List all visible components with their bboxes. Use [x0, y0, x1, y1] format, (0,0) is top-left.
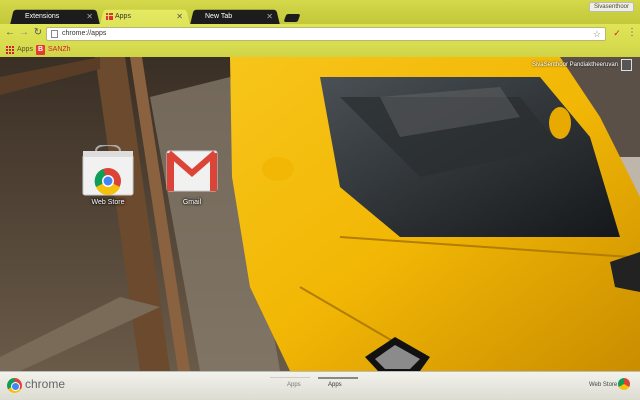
app-label: Gmail [182, 199, 202, 206]
chrome-webstore-icon [82, 145, 134, 196]
reload-button[interactable]: ↻ [32, 27, 44, 39]
apps-grid-icon [106, 13, 113, 20]
forward-button[interactable]: → [18, 27, 30, 39]
bookmarks-bar: Apps B SANZh [0, 43, 640, 57]
bookmark-label: SANZh [48, 46, 71, 53]
page-switcher-apps-active[interactable]: Apps [328, 380, 342, 390]
chrome-webstore-icon[interactable] [618, 378, 630, 390]
page-icon [51, 30, 58, 38]
tab-label: Apps [115, 13, 131, 20]
chrome-logo-icon [7, 378, 22, 393]
app-label: Web Store [91, 199, 125, 206]
profile-badge[interactable]: Sivasenthoor [588, 2, 634, 12]
url-text: chrome://apps [62, 30, 107, 37]
menu-kebab-icon[interactable]: ⋮ [627, 27, 637, 39]
tab-strip: Extensions ✕ Apps ✕ New Tab ✕ Sivasentho… [0, 0, 640, 25]
app-tile-gmail[interactable]: Gmail [162, 145, 222, 215]
tab-new-tab[interactable]: New Tab ✕ [190, 8, 280, 25]
avatar[interactable] [621, 59, 632, 71]
webstore-link[interactable]: Web Store [589, 380, 617, 390]
close-icon[interactable]: ✕ [176, 8, 183, 25]
tab-label: Extensions [25, 13, 60, 20]
signed-in-user-name[interactable]: SivaSenthoor Pandiaktheeruvan [532, 61, 618, 69]
chrome-wordmark: chrome [25, 377, 66, 391]
close-icon[interactable]: ✕ [266, 8, 273, 25]
apps-page: SivaSenthoor Pandiaktheeruvan Web Store … [0, 57, 640, 371]
page-switcher-indicator-active [318, 377, 358, 379]
new-tab-button[interactable] [283, 14, 301, 22]
close-icon[interactable]: ✕ [86, 8, 93, 25]
tab-extensions[interactable]: Extensions ✕ [10, 8, 100, 25]
toolbar: ← → ↻ chrome://apps ☆ ✓ ⋮ [0, 24, 640, 43]
apps-footer: chrome Apps Apps Web Store [0, 371, 640, 400]
back-button[interactable]: ← [4, 27, 16, 39]
tab-apps[interactable]: Apps ✕ [100, 8, 190, 25]
gmail-icon [166, 150, 218, 192]
bookmark-app-icon: B [36, 45, 45, 55]
page-switcher-apps[interactable]: Apps [287, 380, 301, 390]
page-switcher-indicator [270, 377, 310, 378]
apps-grid-icon[interactable] [6, 46, 14, 54]
address-bar[interactable]: chrome://apps ☆ [46, 27, 606, 41]
bookmark-star-icon[interactable]: ☆ [593, 28, 601, 40]
app-tile-web-store[interactable]: Web Store [78, 145, 138, 215]
tab-label: New Tab [205, 13, 233, 20]
apps-shortcut-label[interactable]: Apps [17, 43, 33, 57]
extension-icon[interactable]: ✓ [612, 28, 622, 38]
